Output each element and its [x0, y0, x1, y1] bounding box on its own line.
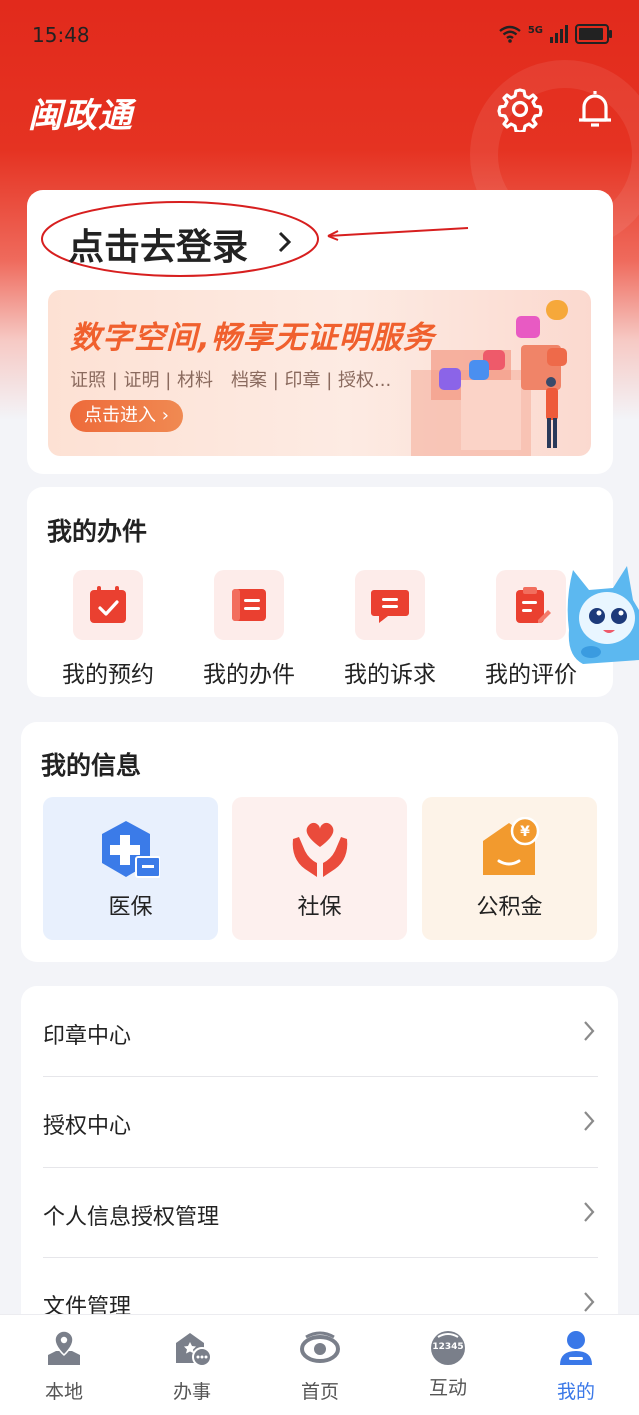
info-tile-label: 医保 — [108, 895, 153, 920]
tab-mine[interactable]: 我的 — [536, 1329, 616, 1404]
bottom-tab-bar: 本地 办事 首页 12345 互动 我的 — [0, 1314, 639, 1415]
notification-button[interactable] — [572, 86, 618, 132]
quick-icon-bg — [496, 570, 566, 640]
home-eye-icon — [300, 1331, 340, 1363]
chevron-right-icon — [584, 1202, 595, 1222]
calendar-icon — [90, 586, 126, 623]
banner-subtitle: 证照 | 证明 | 材料 档案 | 印章 | 授权... — [70, 370, 392, 391]
task-item-appointment[interactable]: 我的预约 — [38, 570, 178, 689]
banner-illustration — [411, 300, 568, 456]
task-item-applications[interactable]: 我的办件 — [179, 570, 319, 689]
menu-item-personal-info-auth[interactable]: 个人信息授权管理 — [43, 1169, 598, 1259]
tab-home[interactable]: 首页 — [280, 1329, 360, 1404]
bell-icon — [579, 91, 611, 127]
clipboard-edit-icon — [516, 587, 551, 623]
location-icon — [48, 1330, 80, 1365]
info-tile-label: 社保 — [297, 895, 342, 920]
task-label: 我的预约 — [62, 662, 154, 688]
task-label: 我的诉求 — [344, 662, 436, 688]
tab-label: 办事 — [172, 1381, 211, 1403]
divider — [43, 1257, 598, 1258]
tab-services[interactable]: 办事 — [152, 1329, 232, 1404]
service-hall-icon — [176, 1333, 212, 1367]
quick-icon-bg — [214, 570, 284, 640]
divider — [43, 1076, 598, 1077]
login-text[interactable]: 点击去登录 — [68, 218, 248, 270]
menu-item-seal-center[interactable]: 印章中心 — [43, 988, 598, 1078]
hotline-badge-text: 12345 — [432, 1342, 464, 1352]
settings-button[interactable] — [497, 86, 543, 134]
status-time: 15:48 — [32, 23, 90, 47]
status-bar: 15:48 5G — [0, 0, 639, 70]
hotline-12345-icon: 12345 — [428, 1329, 468, 1367]
chevron-right-icon — [584, 1292, 595, 1312]
divider — [43, 1167, 598, 1168]
annotation-arrow — [327, 227, 469, 241]
task-label: 我的办件 — [203, 662, 295, 688]
medical-insurance-icon — [102, 821, 160, 878]
status-icons: 5G — [498, 24, 612, 44]
my-tasks-title: 我的办件 — [47, 517, 148, 546]
info-tile-medical[interactable]: 医保 — [43, 797, 218, 940]
info-tile-social[interactable]: 社保 — [232, 797, 407, 940]
tab-local[interactable]: 本地 — [24, 1329, 104, 1404]
wifi-icon — [499, 25, 521, 43]
mascot-icon — [567, 566, 639, 664]
menu-item-label: 个人信息授权管理 — [43, 1205, 220, 1230]
menu-item-auth-center[interactable]: 授权中心 — [43, 1078, 598, 1168]
gear-icon — [497, 88, 543, 134]
chat-icon — [371, 590, 409, 623]
my-info-title: 我的信息 — [41, 751, 142, 780]
tab-label: 互动 — [428, 1377, 467, 1399]
chevron-right-icon — [278, 231, 292, 253]
chevron-right-icon — [584, 1021, 595, 1041]
assistant-mascot[interactable] — [563, 560, 639, 670]
info-tile-label: 公积金 — [476, 895, 543, 920]
chevron-right-icon — [584, 1111, 595, 1131]
document-icon — [232, 589, 266, 621]
tab-label: 我的 — [556, 1381, 595, 1403]
signal-icon — [550, 25, 568, 43]
user-icon — [560, 1331, 592, 1365]
tab-interaction[interactable]: 12345 互动 — [408, 1329, 488, 1400]
tab-label: 本地 — [44, 1381, 83, 1403]
banner-enter-button[interactable]: 点击进入 › — [70, 400, 183, 432]
promo-banner[interactable]: 数字空间,畅享无证明服务 证照 | 证明 | 材料 档案 | 印章 | 授权..… — [48, 290, 591, 456]
battery-icon — [575, 24, 612, 44]
quick-icon-bg — [355, 570, 425, 640]
info-tile-housing-fund[interactable]: ¥ 公积金 — [422, 797, 597, 940]
housing-fund-icon: ¥ — [483, 817, 540, 875]
tab-label: 首页 — [300, 1381, 339, 1403]
social-security-icon — [292, 822, 348, 877]
app-logo: 闽政通 — [28, 96, 133, 136]
menu-item-label: 授权中心 — [43, 1114, 132, 1139]
task-item-appeals[interactable]: 我的诉求 — [320, 570, 460, 689]
menu-item-label: 印章中心 — [43, 1024, 132, 1049]
network-type: 5G — [527, 24, 543, 36]
svg-text:¥: ¥ — [520, 824, 530, 840]
quick-icon-bg — [73, 570, 143, 640]
